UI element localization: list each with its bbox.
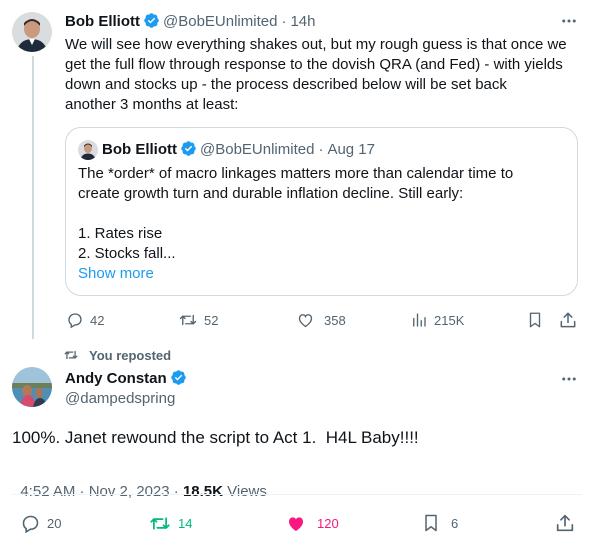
repost-icon xyxy=(179,314,197,326)
tweet-time[interactable]: 14h xyxy=(290,13,315,30)
more-icon[interactable] xyxy=(560,370,578,393)
like-button[interactable]: 358 xyxy=(296,310,346,330)
separator: · xyxy=(318,141,324,158)
thread-line xyxy=(32,56,34,339)
more-icon[interactable] xyxy=(560,12,578,34)
main-tweet-text: 100%. Janet rewound the script to Act 1.… xyxy=(12,428,419,447)
reply-button[interactable]: 20 xyxy=(20,512,61,534)
views-count: 18.5K xyxy=(182,483,223,500)
text-line: 1. Rates rise xyxy=(78,225,163,242)
quote-date: Aug 17 xyxy=(327,141,375,158)
quote-author-name: Bob Elliott xyxy=(102,141,177,158)
bob-elliott-avatar[interactable] xyxy=(12,12,52,52)
show-more-link[interactable]: Show more xyxy=(78,264,568,284)
like-count: 120 xyxy=(317,515,339,531)
reply-count: 42 xyxy=(90,312,105,328)
quoted-tweet-card[interactable]: Bob Elliott @BobEUnlimited · Aug 17 The *or… xyxy=(65,127,578,296)
text-line: get the full flow through response to th… xyxy=(65,56,563,73)
text-line: The *order* of macro linkages matters mo… xyxy=(78,165,514,182)
main-author-name-row: Andy Constan xyxy=(65,369,190,389)
repost-icon xyxy=(150,516,170,530)
reply-icon xyxy=(22,515,39,533)
views-button[interactable]: 215K xyxy=(410,310,464,330)
author-name[interactable]: Andy Constan xyxy=(65,370,167,387)
author-handle[interactable]: @BobEUnlimited xyxy=(163,13,277,30)
reply-button[interactable]: 42 xyxy=(66,310,104,330)
repost-banner-text[interactable]: You reposted xyxy=(89,348,171,363)
like-button[interactable]: 120 xyxy=(285,512,339,534)
text-line: down and stocks up - the process describ… xyxy=(65,76,507,93)
tweet-timestamp[interactable]: 4:52 AM · Nov 2, 2023 · xyxy=(20,483,183,500)
reply-icon xyxy=(68,313,82,329)
repost-count: 14 xyxy=(178,515,193,531)
quote-text: The *order* of macro linkages matters mo… xyxy=(78,164,568,284)
divider xyxy=(12,494,582,495)
parent-tweet-text: We will see how everything shakes out, b… xyxy=(65,35,590,115)
views-icon xyxy=(413,313,426,327)
bookmark-icon xyxy=(425,514,437,532)
verified-badge-icon xyxy=(144,13,159,28)
like-count: 358 xyxy=(324,312,346,328)
tweet-timestamp-row: 4:52 AM · Nov 2, 2023 · 18.5K Views xyxy=(12,462,267,502)
repost-button[interactable]: 14 xyxy=(148,512,192,534)
text-line: 2. Stocks fall... xyxy=(78,245,176,262)
share-icon[interactable] xyxy=(558,310,578,335)
views-label: Views xyxy=(222,483,267,500)
quote-header: Bob Elliott @BobEUnlimited · Aug 17 xyxy=(102,140,375,160)
andy-constan-avatar[interactable] xyxy=(12,367,52,407)
repost-banner: You reposted xyxy=(64,347,171,363)
verified-badge-icon xyxy=(181,141,196,156)
share-icon[interactable] xyxy=(554,512,576,539)
text-line: create growth turn and durable inflation… xyxy=(78,185,464,202)
text-line xyxy=(78,204,568,224)
repost-count: 52 xyxy=(204,312,219,328)
author-name[interactable]: Bob Elliott xyxy=(65,13,140,30)
repost-icon xyxy=(64,350,78,360)
text-line: We will see how everything shakes out, b… xyxy=(65,36,567,53)
verified-badge-icon xyxy=(170,370,186,385)
bookmark-button[interactable]: 6 xyxy=(421,512,458,534)
views-count: 215K xyxy=(434,312,465,328)
reply-count: 20 xyxy=(47,515,62,531)
bookmark-icon[interactable] xyxy=(526,310,544,335)
repost-button[interactable]: 52 xyxy=(178,310,218,330)
parent-tweet-header: Bob Elliott @BobEUnlimited · 14h xyxy=(65,12,315,32)
separator: · xyxy=(281,13,287,30)
quote-author-handle: @BobEUnlimited xyxy=(200,141,315,158)
text-line: another 3 months at least: xyxy=(65,96,239,113)
like-icon xyxy=(289,516,303,531)
bookmark-count: 6 xyxy=(451,515,459,531)
author-handle[interactable]: @dampedspring xyxy=(65,389,175,409)
like-icon xyxy=(298,314,313,328)
quote-author-avatar xyxy=(78,140,98,160)
